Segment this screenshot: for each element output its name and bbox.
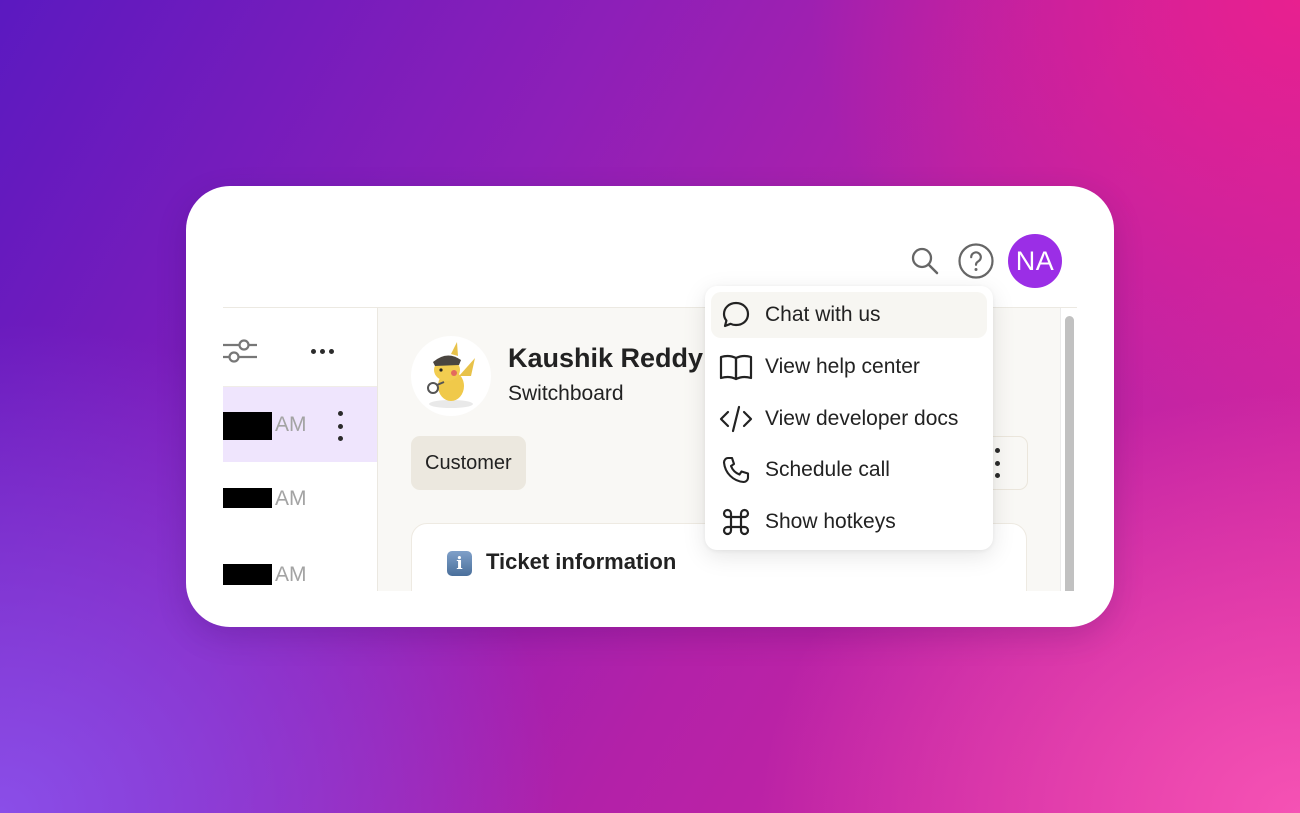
book-icon [719, 354, 753, 381]
chat-bubble-icon [722, 301, 750, 328]
command-key-icon [722, 508, 750, 536]
redacted-text [223, 412, 272, 440]
row-time: AM [275, 487, 307, 510]
menu-item-label: Schedule call [765, 458, 890, 481]
conversation-row[interactable]: AM [223, 537, 377, 591]
contact-type-badge: Customer [411, 436, 526, 490]
row-time: AM [275, 563, 307, 586]
search-icon [911, 247, 939, 275]
contact-avatar [411, 336, 491, 416]
menu-item-view-help-center[interactable]: View help center [711, 344, 987, 390]
info-icon: i [447, 551, 472, 576]
app-window: NA AM AM AM Kaushik Reddy Switchboard Cu… [186, 186, 1114, 627]
help-circle-icon [958, 243, 994, 279]
ticket-section-title[interactable]: Ticket information [486, 549, 676, 575]
search-button[interactable] [906, 242, 944, 280]
conversation-row[interactable]: AM [223, 462, 377, 537]
help-button[interactable] [956, 241, 996, 281]
filter-button[interactable] [223, 336, 257, 366]
menu-item-label: Show hotkeys [765, 510, 896, 533]
menu-item-show-hotkeys[interactable]: Show hotkeys [711, 499, 987, 545]
list-more-button[interactable] [305, 338, 339, 364]
conversation-list: AM AM AM [223, 308, 378, 591]
user-initials: NA [1015, 245, 1055, 276]
contact-name: Kaushik Reddy [508, 343, 704, 373]
redacted-text [223, 488, 272, 508]
sliders-icon [223, 339, 257, 363]
contact-company[interactable]: Switchboard [508, 382, 624, 406]
menu-item-label: View developer docs [765, 407, 959, 430]
row-more-button[interactable] [335, 411, 345, 441]
redacted-text [223, 564, 272, 585]
list-toolbar [223, 308, 377, 387]
more-horizontal-icon [310, 348, 316, 354]
user-avatar[interactable]: NA [1008, 234, 1062, 288]
more-vertical-icon [994, 448, 1000, 453]
menu-item-chat-with-us[interactable]: Chat with us [711, 292, 987, 338]
conversation-row[interactable]: AM [223, 387, 377, 462]
scrollbar[interactable] [1060, 308, 1077, 591]
menu-item-schedule-call[interactable]: Schedule call [711, 447, 987, 493]
scrollbar-thumb[interactable] [1065, 316, 1074, 591]
code-icon [719, 405, 753, 433]
help-menu: Chat with us View help center View devel… [705, 286, 993, 550]
row-time: AM [275, 413, 307, 436]
menu-item-label: Chat with us [765, 303, 881, 326]
menu-item-view-developer-docs[interactable]: View developer docs [711, 396, 987, 442]
phone-icon [722, 456, 750, 484]
pikachu-detective-avatar [427, 342, 475, 408]
menu-item-label: View help center [765, 355, 920, 378]
more-vertical-icon [337, 411, 343, 416]
